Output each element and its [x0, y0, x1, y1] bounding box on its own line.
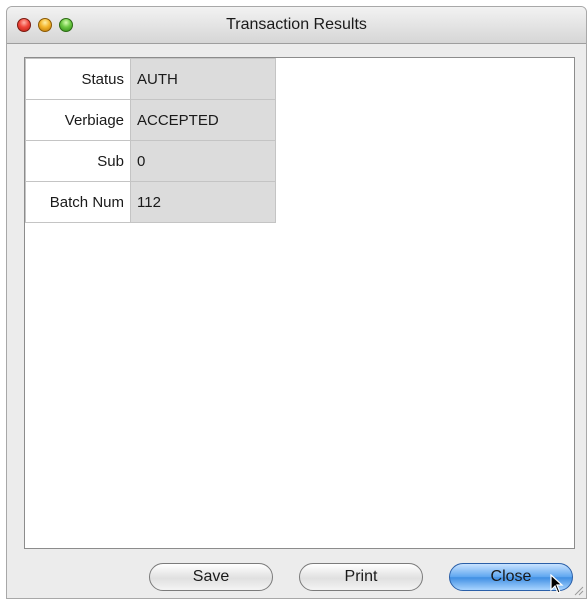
status-value: AUTH — [130, 58, 276, 100]
verbiage-value: ACCEPTED — [130, 99, 276, 141]
table-row: Sub 0 — [25, 140, 276, 182]
mouse-pointer-icon — [550, 574, 564, 594]
table-row: Verbiage ACCEPTED — [25, 99, 276, 141]
table-row: Status AUTH — [25, 58, 276, 100]
verbiage-label: Verbiage — [25, 99, 131, 141]
results-table: Status AUTH Verbiage ACCEPTED Sub 0 Batc… — [25, 58, 276, 223]
sub-value: 0 — [130, 140, 276, 182]
batch-num-label: Batch Num — [25, 181, 131, 223]
title-bar[interactable]: Transaction Results — [7, 7, 586, 44]
table-row: Batch Num 112 — [25, 181, 276, 223]
transaction-results-window: Transaction Results Status AUTH Verbiage… — [6, 6, 587, 599]
window-title: Transaction Results — [226, 16, 367, 33]
batch-num-value: 112 — [130, 181, 276, 223]
status-label: Status — [25, 58, 131, 100]
results-panel: Status AUTH Verbiage ACCEPTED Sub 0 Batc… — [24, 57, 575, 549]
resize-grip-icon[interactable] — [572, 584, 584, 596]
save-button[interactable]: Save — [149, 563, 273, 591]
print-button[interactable]: Print — [299, 563, 423, 591]
sub-label: Sub — [25, 140, 131, 182]
